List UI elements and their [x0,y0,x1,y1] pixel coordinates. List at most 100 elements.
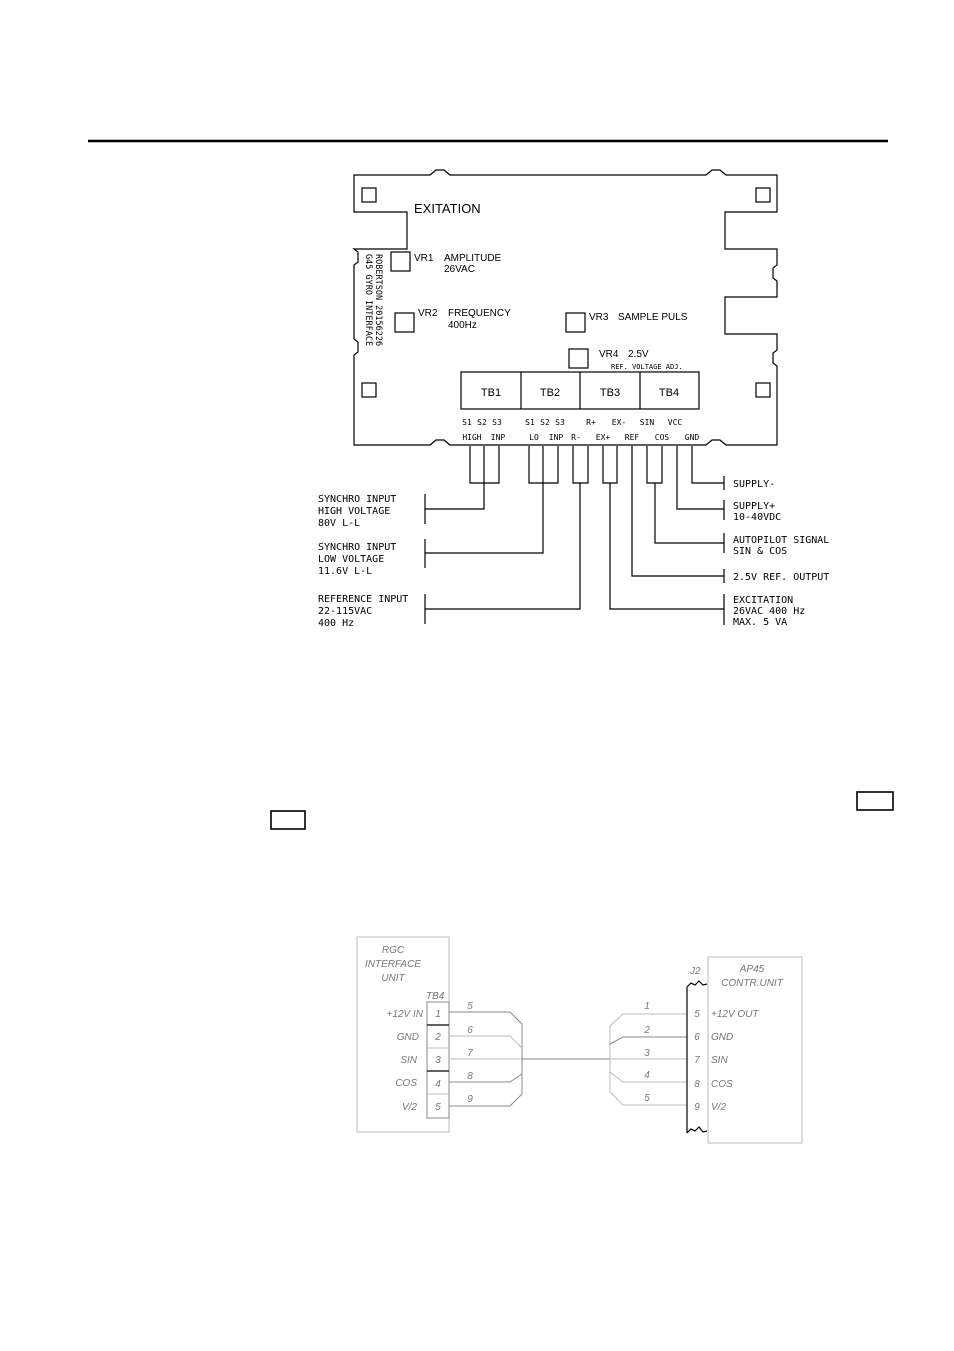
pin-label: SIN [640,418,655,427]
terminal-number: 8 [694,1079,700,1090]
wire-number: 7 [467,1048,473,1059]
pin-label: REF [625,433,640,442]
pin-label: S3 [555,418,565,427]
terminal-number: 5 [435,1102,441,1113]
tb4-label: TB4 [659,387,679,399]
svg-text:26VAC 400 Hz: 26VAC 400 Hz [733,606,805,617]
svg-text:AUTOPILOT SIGNAL: AUTOPILOT SIGNAL [733,535,829,546]
tb4-connector-label: TB4 [426,991,445,1002]
svg-text:10-40VDC: 10-40VDC [733,512,781,523]
svg-text:UNIT: UNIT [381,973,405,984]
terminal-number: 3 [435,1055,441,1066]
vr2-trimmer[interactable] [394,312,415,333]
pin-label: GND [685,433,700,442]
interface-board: EXITATION G45 GYRO INTERFACE ROBERTSON 2… [352,169,778,446]
mounting-hole-top-left [361,187,377,203]
wire-number: 3 [644,1048,650,1059]
vr4-trimmer[interactable] [568,348,589,369]
vr4-label: VR4 [599,349,619,360]
tb2-label: TB2 [540,387,560,399]
svg-text:2.5V REF. OUTPUT: 2.5V REF. OUTPUT [733,572,829,583]
svg-text:CONTR.UNIT: CONTR.UNIT [721,978,784,989]
pin-label: LO [529,433,539,442]
pin-label: EX- [612,418,626,427]
page-canvas: EXITATION G45 GYRO INTERFACE ROBERTSON 2… [88,139,894,1144]
terminal-number: 2 [434,1032,441,1043]
svg-text:REFERENCE INPUT: REFERENCE INPUT [318,594,408,605]
vr3-name: SAMPLE PULS [618,312,688,323]
terminal-number: 6 [694,1032,700,1043]
vr2-label: VR2 [418,308,438,319]
svg-text:AP45: AP45 [739,964,765,975]
left-callouts: SYNCHRO INPUT HIGH VOLTAGE 80V L-L SYNCH… [318,494,408,629]
vr3-label: VR3 [589,312,609,323]
pin-label: INP [549,433,564,442]
cable-diagram: RGC INTERFACE UNIT TB4 +12V IN GND SIN C… [356,936,803,1144]
pin-labels-row1: S1 S2 S3 S1 S2 S3 R+ EX- SIN VCC [462,418,682,427]
ap45-signals: +12V OUT GND SIN COS V/2 [711,1009,759,1113]
callout-reference-input: REFERENCE INPUT 22-115VAC 400 Hz [318,594,408,629]
pin-label: S1 [525,418,535,427]
svg-text:MAX. 5 VA: MAX. 5 VA [733,617,787,628]
pin-label: COS [655,433,670,442]
svg-text:SUPPLY-: SUPPLY- [733,479,775,490]
mounting-hole-bottom-left [361,382,377,398]
j2-connector-label: J2 [689,966,701,977]
signal-label: GND [711,1032,733,1043]
signal-label: SIN [400,1055,417,1066]
signal-label: SIN [711,1055,728,1066]
tb1-label: TB1 [481,387,501,399]
callout-synchro-high: SYNCHRO INPUT HIGH VOLTAGE 80V L-L [318,494,396,529]
wire-number: 4 [644,1070,650,1081]
left-wire-numbers: 5 6 7 8 9 [467,1001,473,1105]
svg-text:SIN & COS: SIN & COS [733,546,787,557]
reference-box-right [856,791,894,811]
wire-number: 5 [467,1001,473,1012]
svg-text:HIGH VOLTAGE: HIGH VOLTAGE [318,506,390,517]
svg-text:SUPPLY+: SUPPLY+ [733,501,775,512]
terminal-number: 5 [694,1009,700,1020]
terminal-number: 7 [694,1055,700,1066]
rgc-signals: +12V IN GND SIN COS V/2 [387,1009,424,1113]
right-callouts: SUPPLY- SUPPLY+ 10-40VDC AUTOPILOT SIGNA… [733,479,829,628]
tb3-label: TB3 [600,387,620,399]
signal-label: V/2 [402,1102,417,1113]
board-maker-text: ROBERTSON 20156226 [373,254,383,346]
pin-label: EX+ [596,433,611,442]
wire-number: 5 [644,1093,650,1104]
callout-supply-plus: SUPPLY+ 10-40VDC [733,501,781,523]
pin-label: S1 [462,418,472,427]
pin-label: S2 [540,418,550,427]
vr1-trimmer[interactable] [390,251,411,272]
board-model-text: G45 GYRO INTERFACE [363,254,373,346]
callout-supply-minus: SUPPLY- [733,479,775,490]
vr1-label: VR1 [414,253,434,264]
terminal-number: 1 [435,1009,441,1020]
wire-number: 9 [467,1094,473,1105]
callout-ref-output: 2.5V REF. OUTPUT [733,572,829,583]
signal-label: COS [711,1079,733,1090]
svg-text:22-115VAC: 22-115VAC [318,606,372,617]
wire-number: 8 [467,1071,473,1082]
rgc-title: RGC INTERFACE UNIT [365,945,421,984]
vr3-trimmer[interactable] [565,312,586,333]
ap45-title: AP45 CONTR.UNIT [721,964,784,989]
reference-box-left [270,810,306,830]
pin-label: INP [491,433,506,442]
right-wire-numbers: 1 2 3 4 5 [643,1001,650,1104]
signal-label: COS [395,1078,417,1089]
pin-label: S2 [477,418,487,427]
svg-text:11.6V L-L: 11.6V L-L [318,566,372,577]
board-wiring [424,446,725,625]
terminal-number: 9 [694,1102,700,1113]
pin-labels-row2: HIGH INP LO INP R- EX+ REF COS GND [462,433,699,442]
vr1-name: AMPLITUDE [444,253,502,264]
signal-label: +12V IN [387,1009,424,1020]
pin-label: HIGH [462,433,481,442]
svg-text:400 Hz: 400 Hz [318,618,354,629]
pin-label: S3 [492,418,502,427]
vr4-sub: REF. VOLTAGE ADJ. [611,363,683,371]
callout-synchro-low: SYNCHRO INPUT LOW VOLTAGE 11.6V L-L [318,542,396,577]
svg-text:LOW VOLTAGE: LOW VOLTAGE [318,554,384,565]
wire-number: 2 [643,1025,650,1036]
